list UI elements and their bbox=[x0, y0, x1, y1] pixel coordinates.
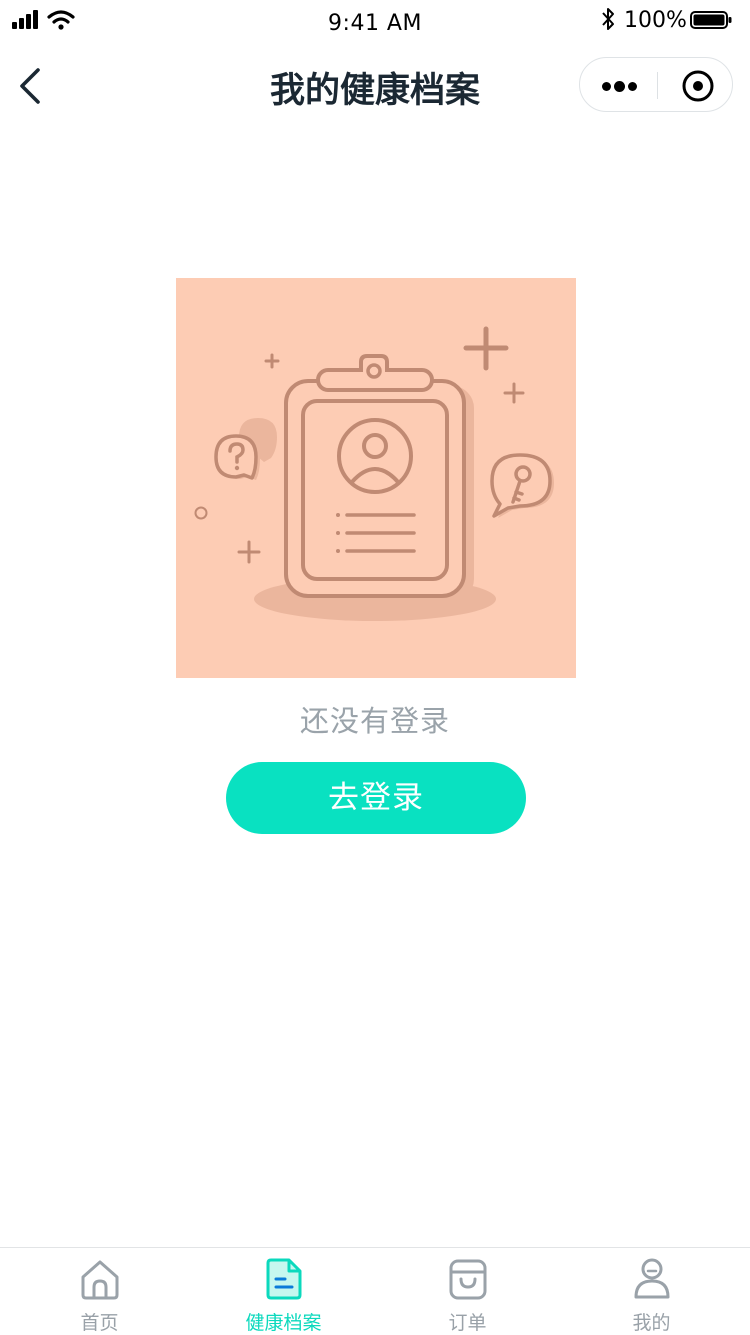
tab-home[interactable]: 首页 bbox=[6, 1248, 193, 1335]
user-icon bbox=[634, 1258, 670, 1299]
tab-home-label: 首页 bbox=[80, 1312, 119, 1334]
tab-profile-label: 我的 bbox=[632, 1312, 671, 1334]
bluetooth-icon bbox=[602, 8, 614, 30]
home-icon bbox=[81, 1260, 119, 1300]
empty-state-illustration bbox=[176, 278, 576, 678]
battery-icon bbox=[690, 11, 732, 29]
battery-percent: 100% bbox=[624, 8, 687, 33]
tab-health-record-label: 健康档案 bbox=[245, 1312, 322, 1334]
health-record-icon bbox=[266, 1258, 302, 1300]
tab-orders-label: 订单 bbox=[448, 1312, 487, 1334]
tab-profile[interactable]: 我的 bbox=[558, 1248, 745, 1335]
close-mini-program-icon[interactable] bbox=[658, 58, 733, 113]
login-button[interactable]: 去登录 bbox=[226, 762, 526, 834]
navigation-bar: 我的健康档案 bbox=[0, 44, 750, 128]
more-options-icon[interactable] bbox=[580, 58, 657, 113]
mini-program-capsule bbox=[579, 57, 733, 112]
status-bar: 9:41 AM 100% bbox=[0, 0, 750, 44]
bottom-tab-bar: 首页 健康档案 订单 我的 bbox=[0, 1247, 750, 1335]
not-logged-in-message: 还没有登录 bbox=[299, 704, 450, 738]
order-bag-icon bbox=[449, 1259, 487, 1300]
id-badge-clipboard-illustration bbox=[194, 326, 554, 621]
tab-orders[interactable]: 订单 bbox=[374, 1248, 561, 1335]
tab-health-record[interactable]: 健康档案 bbox=[190, 1248, 377, 1335]
